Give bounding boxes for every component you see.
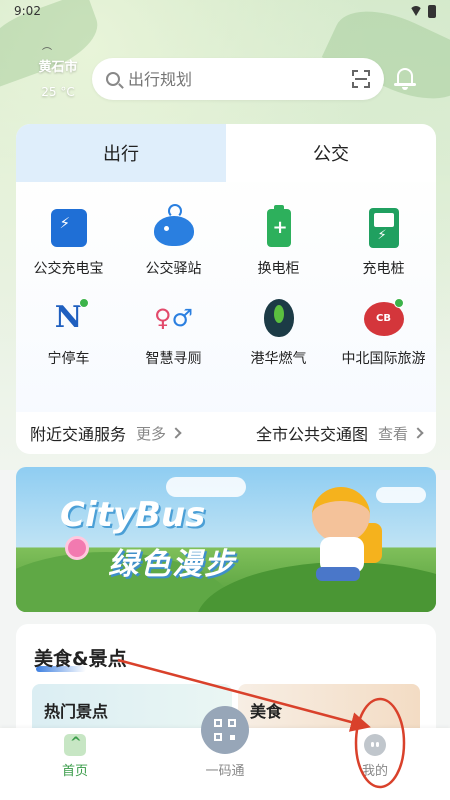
nearby-services-more: 更多: [136, 424, 167, 443]
service-label: 港华燃气: [250, 351, 307, 367]
chevron-right-icon: [170, 427, 182, 439]
chevron-right-icon: [412, 427, 424, 439]
service-item-battery-swap[interactable]: 换电柜: [226, 205, 331, 278]
battery-status-icon: [428, 4, 436, 18]
promo-banner[interactable]: CityBus 绿色漫步: [16, 467, 436, 612]
battery-icon: [257, 205, 301, 250]
qr-code-icon: [214, 719, 236, 741]
service-label: 宁停车: [47, 351, 90, 367]
search-input[interactable]: [128, 69, 352, 89]
city-weather[interactable]: 黄石市 25 °C: [30, 56, 86, 99]
profile-icon: [364, 734, 386, 756]
search-icon: [106, 72, 120, 86]
services-card: 出行 公交 公交充电宝 公交驿站 换电柜 充电桩 N 宁停车: [16, 124, 436, 454]
service-label: 换电柜: [257, 261, 300, 277]
search-bar[interactable]: [92, 58, 384, 100]
status-time: 9:02: [14, 4, 41, 18]
nav-label: 首页: [61, 764, 88, 779]
city-transit-map-title: 全市公共交通图: [255, 425, 368, 444]
service-item-gas[interactable]: 港华燃气: [226, 296, 331, 368]
wifi-icon: [410, 6, 422, 16]
whale-icon: [152, 204, 196, 250]
nav-me[interactable]: 我的: [300, 728, 450, 800]
nav-home[interactable]: 首页: [0, 728, 150, 800]
service-item-parking[interactable]: N 宁停车: [16, 296, 121, 368]
toilet-icon: ♀♂: [153, 304, 194, 332]
gas-icon: [257, 296, 301, 340]
qr-code-button[interactable]: [201, 706, 249, 754]
service-tabs: 出行 公交: [16, 124, 436, 182]
service-item-toilet[interactable]: ♀♂ 智慧寻厕: [121, 296, 226, 368]
home-icon: [64, 734, 86, 756]
tab-gongjiao[interactable]: 公交: [226, 124, 436, 182]
service-item-bus-station[interactable]: 公交驿站: [121, 204, 226, 278]
cloud-decor: [376, 487, 426, 503]
flower-icon: [68, 539, 86, 557]
parking-icon: N: [47, 296, 91, 340]
service-item-travel[interactable]: CB 中北国际旅游: [331, 296, 436, 368]
service-label: 智慧寻厕: [145, 351, 202, 367]
notification-bell-icon[interactable]: [394, 66, 416, 90]
service-label: 公交充电宝: [33, 261, 104, 277]
card-label: 美食: [250, 702, 283, 721]
service-grid: 公交充电宝 公交驿站 换电柜 充电桩 N 宁停车 ♀♂ 智慧寻厕: [16, 204, 436, 368]
service-label: 中北国际旅游: [341, 351, 426, 367]
nearby-services-title: 附近交通服务: [30, 425, 127, 444]
city-name: 黄石市: [38, 60, 78, 75]
nearby-services-link[interactable]: 附近交通服务 更多: [30, 421, 235, 445]
status-bar: 9:02: [0, 0, 450, 22]
city-transit-map-link[interactable]: 全市公共交通图 查看: [235, 421, 424, 445]
tab-chuxing[interactable]: 出行: [16, 124, 226, 182]
status-icons: [410, 4, 436, 18]
travel-icon: CB: [362, 296, 406, 340]
city-transit-map-more: 查看: [377, 424, 408, 443]
section-title: 美食&景点: [34, 648, 127, 670]
banner-title: CityBus: [60, 495, 206, 535]
service-label: 公交驿站: [145, 261, 202, 277]
kid-illustration: [316, 567, 360, 581]
nav-label: 我的: [361, 764, 388, 779]
scan-icon[interactable]: [352, 70, 370, 88]
service-item-power-bank[interactable]: 公交充电宝: [16, 206, 121, 278]
power-bank-icon: [47, 206, 91, 250]
service-label: 充电桩: [362, 261, 405, 277]
nav-label: 一码通: [205, 764, 245, 779]
kid-illustration: [312, 487, 370, 543]
temperature: 25 °C: [41, 85, 75, 99]
card-label: 热门景点: [44, 702, 109, 721]
charging-station-icon: [362, 206, 406, 250]
cloud-decor: [166, 477, 246, 497]
service-item-charging-pile[interactable]: 充电桩: [331, 206, 436, 278]
banner-subtitle: 绿色漫步: [108, 547, 236, 582]
service-links-row: 附近交通服务 更多 全市公共交通图 查看: [16, 412, 436, 454]
service-grid-area: 公交充电宝 公交驿站 换电柜 充电桩 N 宁停车 ♀♂ 智慧寻厕: [16, 182, 436, 412]
